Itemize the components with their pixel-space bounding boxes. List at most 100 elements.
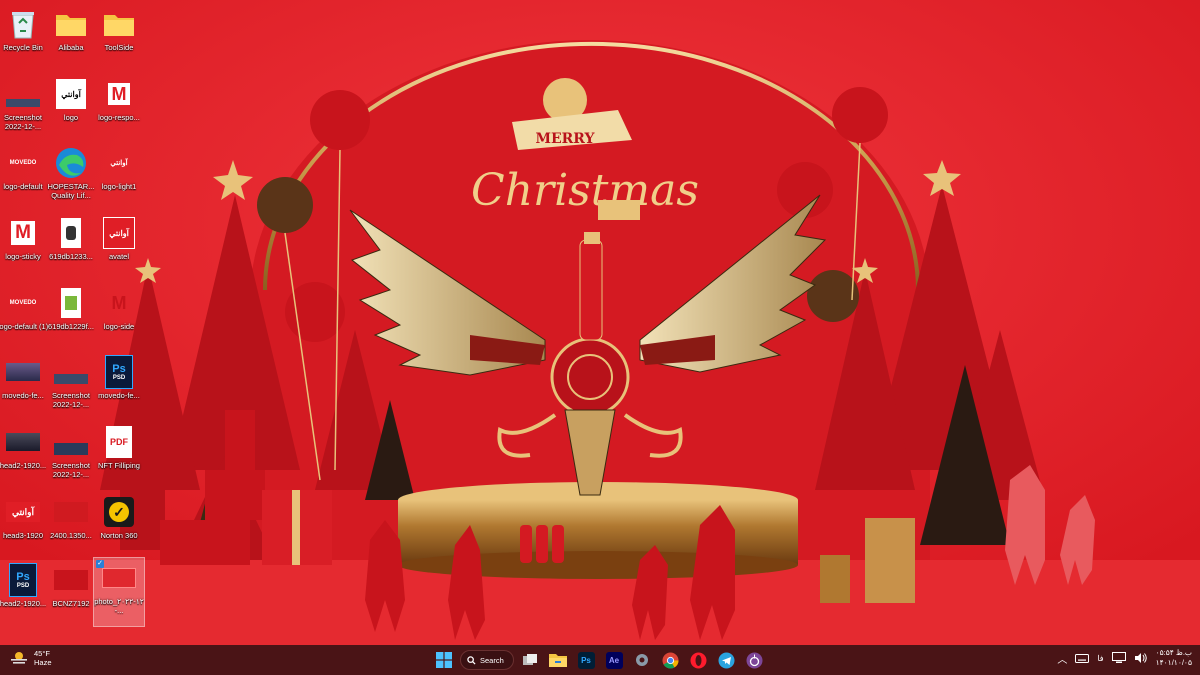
- taskbar-apps: Search Ps Ae: [432, 648, 766, 672]
- desktop-icon-avatel[interactable]: آوانتي avatel: [94, 213, 144, 275]
- desktop-icon-label: 2400.1350...: [50, 531, 92, 540]
- taskbar: 45°F Haze Search Ps Ae ︿ فا ب.ظ ۰۵:۵۴ ۱۴…: [0, 645, 1200, 675]
- input-language[interactable]: فا: [1097, 654, 1103, 663]
- image-thumbnail-icon: [54, 355, 88, 389]
- desktop-icon-head2-1920-psd[interactable]: Ps PSD head2-1920...: [0, 560, 48, 622]
- desktop-icon-label: logo: [63, 113, 79, 122]
- image-thumbnail-icon: آوانتي: [102, 216, 136, 250]
- desktop-icon-logo[interactable]: آوانتي logo: [46, 74, 96, 136]
- image-thumbnail-icon: [6, 77, 40, 111]
- thumbnail-caption: آوانتي: [6, 502, 40, 522]
- desktop-icon-photo-selected[interactable]: ✓ photo_۲۰۲۲-۱۲-...: [93, 557, 145, 627]
- desktop-icon-screenshot-2[interactable]: Screenshot 2022-12-...: [46, 352, 96, 414]
- desktop-icon-logo-default[interactable]: MOVEDO logo-default: [0, 143, 48, 205]
- image-thumbnail-icon: [54, 216, 88, 250]
- desktop-icon-label: head3-1920: [2, 531, 44, 540]
- edge-icon: [54, 146, 88, 180]
- chrome-icon: [662, 652, 678, 668]
- clock-time: ب.ظ ۰۵:۵۴: [1155, 648, 1192, 657]
- desktop-icon-label: movedo-fe...: [2, 391, 44, 400]
- desktop-icon-619db1233[interactable]: 619db1233...: [46, 213, 96, 275]
- desktop-icon-logo-default-1[interactable]: MOVEDO logo-default (1): [0, 283, 48, 345]
- desktop-icon-toolside-folder[interactable]: ToolSide: [94, 4, 144, 66]
- desktop-icon-head3-1920[interactable]: آوانتي head3-1920: [0, 492, 48, 554]
- taskbar-task-view[interactable]: [518, 648, 542, 672]
- desktop-icon-logo-sticky[interactable]: M logo-sticky: [0, 213, 48, 275]
- psd-icon: Ps PSD: [6, 563, 40, 597]
- image-thumbnail-icon: [54, 286, 88, 320]
- taskbar-search[interactable]: Search: [460, 650, 514, 670]
- desktop-icon-logo-side[interactable]: M logo-side: [94, 283, 144, 345]
- start-button[interactable]: [432, 648, 456, 672]
- taskbar-after-effects[interactable]: Ae: [602, 648, 626, 672]
- desktop-icon-label: movedo-fe...: [98, 391, 140, 400]
- folder-icon: [102, 7, 136, 41]
- pdf-icon: PDF: [102, 425, 136, 459]
- desktop-icon-label: logo-respo...: [98, 113, 140, 122]
- chevron-up-icon[interactable]: ︿: [1057, 651, 1067, 666]
- desktop-icon-label: 619db1229f...: [48, 322, 94, 331]
- desktop-icon-label: logo-default: [3, 182, 43, 191]
- desktop-icon-label: logo-side: [103, 322, 135, 331]
- desktop-icon-label: Norton 360: [100, 531, 138, 540]
- weather-haze-icon: [11, 652, 27, 664]
- desktop-icon-logo-light1[interactable]: آوانتي logo-light1: [94, 143, 144, 205]
- file-type-caption: PSD: [112, 375, 126, 381]
- desktop-icon-label: ToolSide: [104, 43, 134, 52]
- opera-icon: [690, 652, 706, 668]
- m-logo-icon: M: [6, 216, 40, 250]
- desktop-icon-norton-360[interactable]: ✓ Norton 360: [94, 492, 144, 554]
- desktop-icon-2400-1350[interactable]: 2400.1350...: [46, 492, 96, 554]
- norton-icon: ✓: [102, 495, 136, 529]
- image-thumbnail-icon: [6, 355, 40, 389]
- greeting-merry: MERRY: [535, 131, 595, 147]
- movedo-logo-icon: MOVEDO: [6, 146, 40, 180]
- desktop-icon-label: Screenshot 2022-12-...: [52, 461, 90, 479]
- desktop-icon-nft-filliping[interactable]: PDF NFT Filliping: [94, 422, 144, 484]
- network-monitor-icon[interactable]: [1111, 652, 1126, 664]
- taskbar-chrome[interactable]: [658, 648, 682, 672]
- taskbar-file-explorer[interactable]: [546, 648, 570, 672]
- desktop-icon-bcnz7192[interactable]: BCNZ7192: [46, 560, 96, 622]
- keyboard-icon[interactable]: [1075, 653, 1090, 663]
- photoshop-icon: Ps: [577, 651, 595, 669]
- taskbar-settings[interactable]: [630, 648, 654, 672]
- thumbnail-caption: آوانتي: [56, 79, 86, 109]
- weather-condition: Haze: [34, 658, 52, 667]
- folder-icon: [54, 7, 88, 41]
- desktop-icon-label: head2-1920...: [0, 461, 47, 470]
- desktop-icon-label: avatel: [108, 252, 129, 261]
- thumbnail-caption: آوانتي: [110, 160, 128, 167]
- image-thumbnail-icon: آوانتي: [102, 146, 136, 180]
- desktop-icon-grid: Recycle Bin Alibaba ToolSide Screenshot …: [0, 0, 150, 640]
- m-logo-icon: M: [111, 292, 127, 313]
- desktop-icon-alibaba-folder[interactable]: Alibaba: [46, 4, 96, 66]
- desktop-icon-619db1229f[interactable]: 619db1229f...: [46, 283, 96, 345]
- clock-date: ۱۴۰۱/۱۰/۰۵: [1155, 658, 1192, 667]
- image-thumbnail-icon: [54, 425, 88, 459]
- search-icon: [467, 655, 476, 665]
- desktop-icon-screenshot-3[interactable]: Screenshot 2022-12-...: [46, 422, 96, 484]
- thumbnail-caption: MOVEDO: [9, 300, 37, 306]
- movedo-logo-icon: MOVEDO: [6, 286, 40, 320]
- taskbar-telegram[interactable]: [714, 648, 738, 672]
- desktop-icon-movedo-fe-1[interactable]: movedo-fe...: [0, 352, 48, 414]
- selected-check-icon[interactable]: ✓: [96, 560, 104, 568]
- image-thumbnail-icon: [6, 425, 40, 459]
- system-clock[interactable]: ب.ظ ۰۵:۵۴ ۱۴۰۱/۱۰/۰۵: [1156, 648, 1192, 668]
- desktop-icon-screenshot-1[interactable]: Screenshot 2022-12-...: [0, 74, 48, 136]
- taskbar-tor[interactable]: [742, 648, 766, 672]
- settings-gear-icon: [636, 654, 648, 666]
- desktop-icon-label: Alibaba: [58, 43, 84, 52]
- weather-widget[interactable]: 45°F Haze: [10, 649, 52, 667]
- volume-icon[interactable]: [1134, 652, 1148, 664]
- image-thumbnail-icon: آوانتي: [54, 77, 88, 111]
- desktop-icon-head2-1920[interactable]: head2-1920...: [0, 422, 48, 484]
- desktop-icon-logo-respo[interactable]: M logo-respo...: [94, 74, 144, 136]
- taskbar-opera[interactable]: [686, 648, 710, 672]
- desktop-icon-recycle-bin[interactable]: Recycle Bin: [0, 4, 48, 66]
- desktop-icon-movedo-fe-psd[interactable]: Ps PSD movedo-fe...: [94, 352, 144, 414]
- desktop-icon-hopestar[interactable]: HOPESTAR... Quality Lif...: [46, 143, 96, 205]
- desktop-icon-label: 619db1233...: [49, 252, 93, 261]
- taskbar-photoshop[interactable]: Ps: [574, 648, 598, 672]
